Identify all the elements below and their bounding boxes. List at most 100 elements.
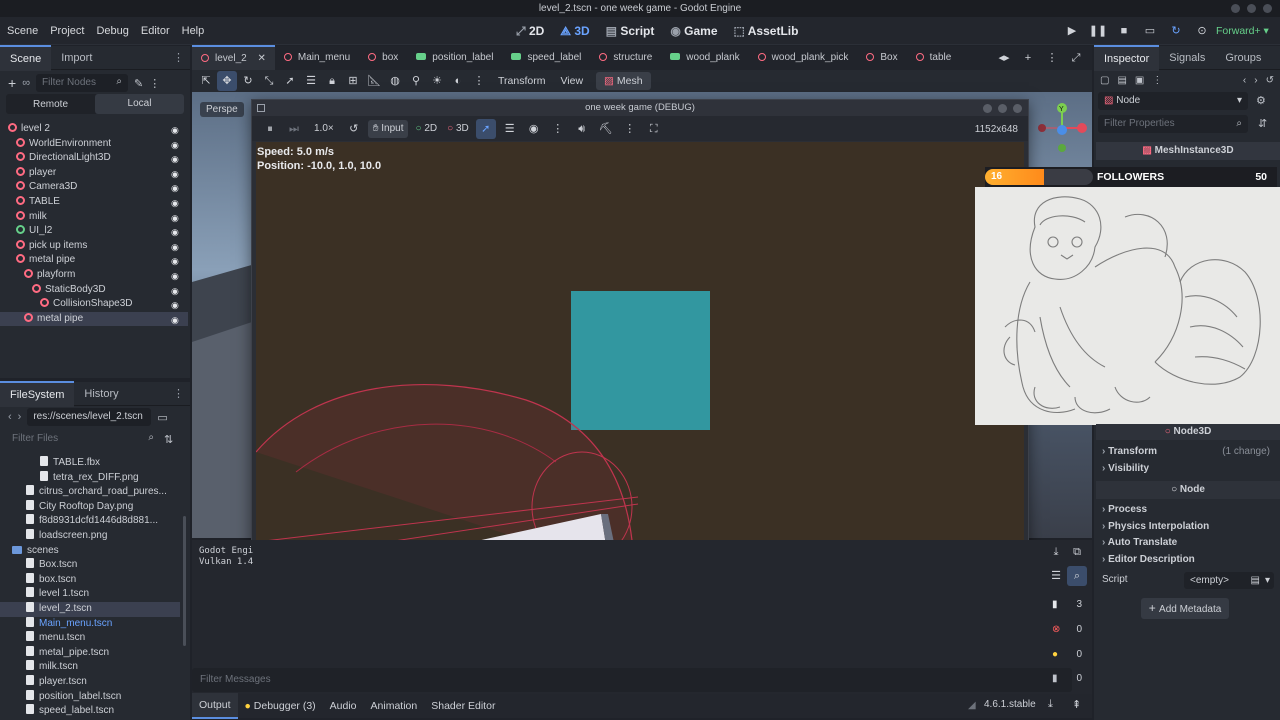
game-minimize-icon[interactable] bbox=[983, 104, 992, 113]
file-list-item[interactable]: Box.tscn bbox=[0, 558, 180, 573]
file-list-item[interactable]: citrus_orchard_road_pures... bbox=[0, 485, 180, 500]
add-node-icon[interactable]: + bbox=[8, 75, 16, 91]
dock-menu-icon[interactable]: ⋮ bbox=[173, 51, 184, 64]
input-button[interactable]: ✋︎ Input bbox=[367, 119, 409, 138]
visibility-icon[interactable]: ◉ bbox=[524, 119, 544, 139]
fs-scrollbar[interactable] bbox=[183, 516, 186, 646]
reload-icon[interactable]: ↻ bbox=[1166, 21, 1186, 41]
scene-tree-item[interactable]: UI_l2 ◉ bbox=[0, 224, 188, 239]
fs-path-input[interactable]: res://scenes/level_2.tscn bbox=[27, 408, 152, 426]
scene-tree-item[interactable]: playform ◉ bbox=[0, 268, 188, 283]
scene-tab[interactable]: speed_label bbox=[502, 46, 590, 70]
scene-tree-item[interactable]: WorldEnvironment ◉ bbox=[0, 137, 188, 152]
workspace-game[interactable]: ◉ Game bbox=[662, 17, 725, 45]
file-list-item[interactable]: milk.tscn bbox=[0, 660, 180, 675]
menu-scene[interactable]: Scene bbox=[1, 17, 44, 45]
tab-debugger[interactable]: ● Debugger (3) bbox=[238, 694, 323, 718]
lock-icon[interactable]: 🔒︎ bbox=[322, 71, 342, 91]
stop-icon[interactable]: ■ bbox=[1114, 21, 1134, 41]
list-tool-icon[interactable]: ☰ bbox=[301, 71, 321, 91]
save-resource-icon[interactable]: ▣ bbox=[1135, 75, 1144, 86]
link-icon[interactable]: ∞ bbox=[22, 77, 30, 89]
menu-editor[interactable]: Editor bbox=[135, 17, 176, 45]
scene-tree-item[interactable]: milk ◉ bbox=[0, 210, 188, 225]
message-count[interactable]: ▮ 3 bbox=[1046, 595, 1090, 615]
copy-output-icon[interactable]: ⧉ bbox=[1067, 542, 1087, 562]
scale-tool-icon[interactable]: ⤡ bbox=[259, 71, 279, 91]
visibility-eye-icon[interactable]: ◉ bbox=[171, 269, 182, 281]
tab-signals[interactable]: Signals bbox=[1159, 46, 1215, 70]
visibility-eye-icon[interactable]: ◉ bbox=[171, 123, 182, 135]
file-list-item[interactable]: speed_label.tscn bbox=[0, 704, 180, 719]
ruler-icon[interactable]: 📐︎ bbox=[364, 71, 384, 91]
speaker-icon[interactable]: 🔊︎ bbox=[572, 119, 592, 139]
split-view-icon[interactable]: ▭ bbox=[157, 411, 167, 424]
file-list-item[interactable]: metal_pipe.tscn bbox=[0, 645, 180, 661]
renderer-dropdown[interactable]: Forward+ ▾ bbox=[1216, 17, 1269, 45]
forward-icon[interactable]: › bbox=[18, 411, 22, 423]
scene-tree-item[interactable]: level 2 ◉ bbox=[0, 122, 188, 137]
close-tab-icon[interactable]: ✕ bbox=[255, 53, 265, 64]
sort-icon[interactable]: ⇅ bbox=[164, 433, 173, 446]
workspace-2d[interactable]: ⤢ 2D bbox=[508, 17, 552, 45]
file-list-item[interactable]: level_2.tscn bbox=[0, 602, 180, 617]
suspend-icon[interactable]: ⏸ bbox=[260, 119, 280, 139]
scene-dock-menu-icon[interactable]: ⋮ bbox=[149, 77, 160, 90]
play-icon[interactable]: ▶ bbox=[1062, 21, 1082, 41]
history-back-icon[interactable]: ‹ bbox=[1243, 75, 1246, 86]
scene-tree-item[interactable]: Camera3D ◉ bbox=[0, 180, 188, 195]
menu-help[interactable]: Help bbox=[176, 17, 211, 45]
group-icon[interactable]: ⊞ bbox=[343, 71, 363, 91]
script-value-picker[interactable]: <empty> ▤ ▾ bbox=[1184, 572, 1274, 589]
warning-count[interactable]: ● 0 bbox=[1046, 645, 1090, 665]
pointer-tool-icon[interactable]: ➚ bbox=[280, 71, 300, 91]
transform-section[interactable]: › Transform (1 change) bbox=[1096, 444, 1280, 460]
viewport-menu-icon[interactable]: ⋮ bbox=[469, 71, 489, 91]
visibility-eye-icon[interactable]: ◉ bbox=[171, 138, 182, 150]
visibility-eye-icon[interactable]: ◉ bbox=[171, 181, 182, 193]
file-list-item[interactable]: position_label.tscn bbox=[0, 689, 180, 705]
tab-output[interactable]: Output bbox=[192, 693, 238, 719]
scene-tree-item[interactable]: DirectionalLight3D ◉ bbox=[0, 151, 188, 166]
select-tool-icon[interactable]: ⇱ bbox=[196, 71, 216, 91]
filter-files-input[interactable]: Filter Files ⌕ bbox=[8, 430, 158, 448]
scene-tab[interactable]: wood_plank_pick bbox=[749, 46, 858, 70]
axis-gizmo[interactable]: Y bbox=[1028, 100, 1092, 164]
menu-project[interactable]: Project bbox=[44, 17, 90, 45]
visibility-eye-icon[interactable]: ◉ bbox=[171, 240, 182, 252]
scene-tree-item[interactable]: player ◉ bbox=[0, 166, 188, 181]
inspected-node-selector[interactable]: ▨ Node ▾ bbox=[1098, 92, 1248, 110]
window-maximize-icon[interactable] bbox=[1247, 4, 1256, 13]
visibility-eye-icon[interactable]: ◉ bbox=[171, 298, 182, 310]
sun-icon[interactable]: ☀ bbox=[427, 71, 447, 91]
file-list-item[interactable]: player.tscn bbox=[0, 675, 180, 690]
visibility-eye-icon[interactable]: ◉ bbox=[171, 284, 182, 296]
file-list-item[interactable]: box.tscn bbox=[0, 572, 180, 588]
snap-icon[interactable]: ⚲ bbox=[406, 71, 426, 91]
inspector-menu-icon[interactable]: ⋮ bbox=[1152, 75, 1162, 86]
remote-button[interactable]: Remote bbox=[6, 99, 95, 110]
filter-properties-input[interactable]: Filter Properties ⌕ bbox=[1098, 115, 1248, 133]
expand-panel-icon[interactable]: ⇞ bbox=[1072, 698, 1081, 711]
tab-scene[interactable]: Scene bbox=[0, 44, 52, 71]
visibility-eye-icon[interactable]: ◉ bbox=[171, 313, 182, 325]
workspace-assetlib[interactable]: ⬚ AssetLib bbox=[726, 17, 807, 45]
scene-tab[interactable]: position_label bbox=[407, 46, 502, 70]
history-icon[interactable]: ↺ bbox=[1266, 75, 1274, 86]
scene-tab[interactable]: table bbox=[907, 46, 961, 70]
tab-inspector[interactable]: Inspector bbox=[1094, 44, 1160, 71]
file-list-item[interactable]: f8d8931dcfd1446d8d881... bbox=[0, 514, 180, 529]
mode-3d-button[interactable]: ○ 3D bbox=[444, 123, 472, 134]
scene-tab[interactable]: structure bbox=[590, 46, 661, 70]
game-menu-icon[interactable]: ⋮ bbox=[548, 119, 568, 139]
perspective-label[interactable]: Perspe bbox=[200, 102, 244, 117]
open-resource-icon[interactable]: ▤ bbox=[1117, 75, 1126, 86]
scene-tab[interactable]: wood_plank bbox=[661, 46, 748, 70]
history-forward-icon[interactable]: › bbox=[1254, 75, 1257, 86]
file-list-item[interactable]: level 1.tscn bbox=[0, 587, 180, 602]
file-list-item[interactable]: tetra_rex_DIFF.png bbox=[0, 470, 180, 486]
visibility-eye-icon[interactable]: ◉ bbox=[171, 196, 182, 208]
local-button[interactable]: Local bbox=[95, 94, 184, 114]
scene-tab[interactable]: Main_menu bbox=[275, 46, 359, 70]
tab-groups[interactable]: Groups bbox=[1215, 46, 1271, 70]
